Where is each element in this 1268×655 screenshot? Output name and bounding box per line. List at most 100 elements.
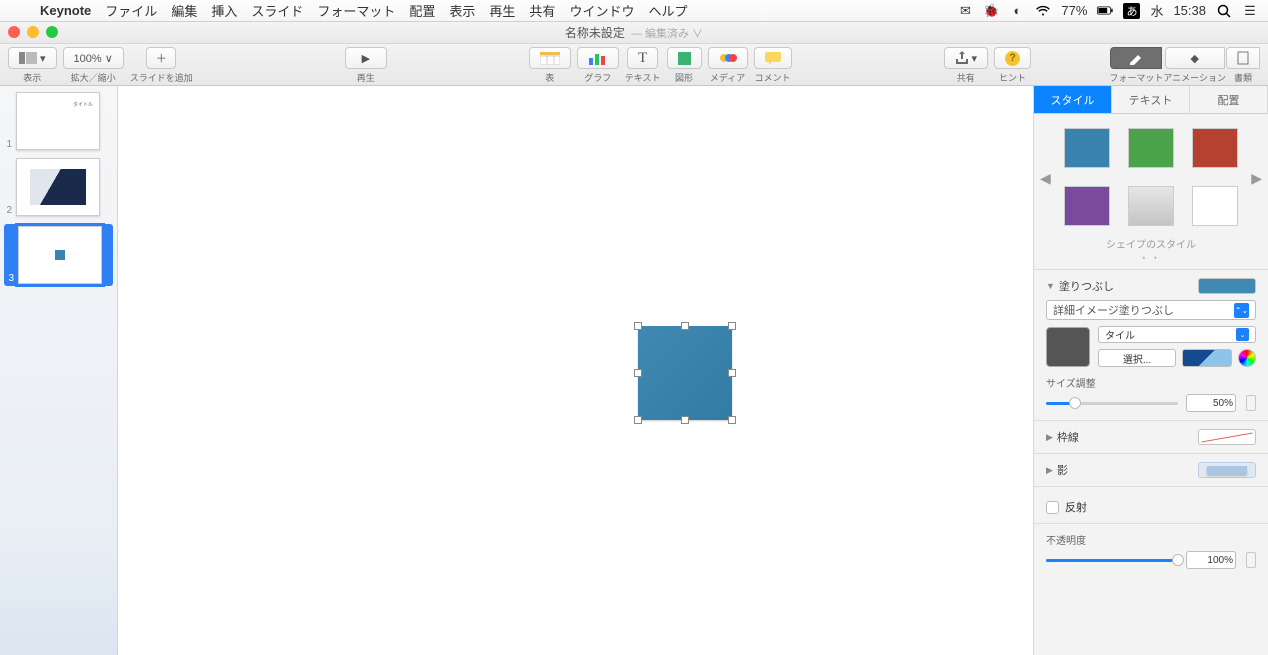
inspector-tab-arrange[interactable]: 配置 — [1190, 86, 1268, 113]
style-swatch-blue[interactable] — [1064, 128, 1110, 168]
window-titlebar: 名称未設定 — 編集済み ∨ — [0, 22, 1268, 44]
battery-icon[interactable] — [1097, 3, 1113, 19]
ladybug-icon[interactable]: 🐞 — [983, 3, 999, 19]
text-button[interactable]: T — [627, 47, 658, 69]
fill-size-value[interactable]: 50% — [1186, 394, 1236, 412]
fill-type-select[interactable]: 詳細イメージ塗りつぶし⌃⌄ — [1046, 300, 1256, 320]
shadow-section-title: 影 — [1057, 462, 1068, 478]
style-swatch-gray[interactable] — [1128, 186, 1174, 226]
border-preview[interactable] — [1198, 429, 1256, 445]
menu-window[interactable]: ウインドウ — [569, 1, 634, 20]
opacity-label: 不透明度 — [1046, 532, 1256, 547]
notification-center-icon[interactable]: ☰ — [1242, 3, 1258, 19]
view-button[interactable]: ▾ — [8, 47, 57, 69]
color-wheel-icon[interactable] — [1238, 349, 1256, 367]
play-button[interactable]: ▶ — [345, 47, 387, 69]
slide-thumbnail-3[interactable]: 3 — [4, 224, 113, 286]
resize-handle-e[interactable] — [728, 369, 736, 377]
slide-canvas[interactable] — [118, 86, 1033, 655]
table-button[interactable] — [529, 47, 571, 69]
window-title: 名称未設定 — [565, 24, 625, 41]
style-page-dots[interactable]: • • — [1034, 253, 1268, 269]
close-window-button[interactable] — [8, 26, 20, 38]
resize-handle-ne[interactable] — [728, 322, 736, 330]
fill-size-slider[interactable] — [1046, 396, 1178, 410]
menu-help[interactable]: ヘルプ — [648, 1, 687, 20]
menu-slide[interactable]: スライド — [251, 1, 303, 20]
fill-tint-swatch[interactable] — [1182, 349, 1232, 367]
wifi-icon[interactable] — [1035, 3, 1051, 19]
menu-arrange[interactable]: 配置 — [409, 1, 435, 20]
fill-size-stepper[interactable] — [1246, 395, 1256, 411]
slide-navigator[interactable]: 1 タイトル 2 3 — [0, 86, 118, 655]
app-name[interactable]: Keynote — [40, 3, 91, 18]
selected-shape[interactable] — [638, 326, 732, 420]
shape-styles-label: シェイプのスタイル — [1034, 234, 1268, 253]
sync-icon[interactable]: ◐ — [1009, 3, 1025, 19]
apple-icon[interactable] — [10, 3, 26, 19]
opacity-slider[interactable] — [1046, 553, 1178, 567]
edited-indicator[interactable]: — 編集済み ∨ — [631, 25, 703, 41]
menu-format[interactable]: フォーマット — [317, 1, 395, 20]
fill-scale-select[interactable]: タイル⌄ — [1098, 326, 1256, 343]
fill-preview[interactable] — [1198, 278, 1256, 294]
style-swatch-red[interactable] — [1192, 128, 1238, 168]
format-inspector-button[interactable] — [1110, 47, 1162, 69]
shadow-preview[interactable] — [1198, 462, 1256, 478]
disclosure-shadow[interactable]: ▶ — [1046, 465, 1053, 476]
disclosure-fill[interactable]: ▼ — [1046, 281, 1055, 291]
chart-button[interactable] — [577, 47, 619, 69]
menu-edit[interactable]: 編集 — [171, 1, 197, 20]
resize-handle-s[interactable] — [681, 416, 689, 424]
hint-button[interactable]: ? — [994, 47, 1031, 69]
add-slide-button[interactable]: ＋ — [146, 47, 176, 69]
battery-percent[interactable]: 77% — [1061, 3, 1087, 18]
menu-play[interactable]: 再生 — [489, 1, 515, 20]
reflection-label: 反射 — [1065, 499, 1087, 515]
style-next-arrow[interactable]: ▶ — [1251, 170, 1262, 187]
inspector-tab-text[interactable]: テキスト — [1112, 86, 1190, 113]
style-swatch-purple[interactable] — [1064, 186, 1110, 226]
mail-icon[interactable]: ✉ — [957, 3, 973, 19]
animation-inspector-button[interactable]: ◆ — [1165, 47, 1225, 69]
disclosure-border[interactable]: ▶ — [1046, 432, 1053, 443]
opacity-stepper[interactable] — [1246, 552, 1256, 568]
resize-handle-sw[interactable] — [634, 416, 642, 424]
slide-thumbnail-2[interactable]: 2 — [4, 158, 113, 216]
zoom-select[interactable]: 100% ∨ — [63, 47, 124, 69]
ime-indicator[interactable]: あ — [1123, 3, 1140, 19]
border-section-title: 枠線 — [1057, 429, 1079, 445]
clock-time[interactable]: 15:38 — [1173, 3, 1206, 18]
fullscreen-window-button[interactable] — [46, 26, 58, 38]
resize-handle-w[interactable] — [634, 369, 642, 377]
resize-handle-se[interactable] — [728, 416, 736, 424]
style-prev-arrow[interactable]: ◀ — [1040, 170, 1051, 187]
format-inspector: スタイル テキスト 配置 ◀ ▶ シェイプのスタイル • • ▼ 塗りつぶし — [1033, 86, 1268, 655]
style-swatch-green[interactable] — [1128, 128, 1174, 168]
menu-file[interactable]: ファイル — [105, 1, 157, 20]
clock-day[interactable]: 水 — [1150, 1, 1163, 20]
menu-view[interactable]: 表示 — [449, 1, 475, 20]
share-button[interactable]: ▾ — [944, 47, 989, 69]
macos-menubar: Keynote ファイル 編集 挿入 スライド フォーマット 配置 表示 再生 … — [0, 0, 1268, 22]
style-swatch-white[interactable] — [1192, 186, 1238, 226]
resize-handle-nw[interactable] — [634, 322, 642, 330]
comment-button[interactable] — [754, 47, 792, 69]
shape-button[interactable] — [667, 47, 702, 69]
fill-image-well[interactable] — [1046, 327, 1090, 367]
slide-thumbnail-1[interactable]: 1 タイトル — [4, 92, 113, 150]
fill-choose-button[interactable]: 選択... — [1098, 349, 1176, 367]
inspector-tab-style[interactable]: スタイル — [1034, 86, 1112, 113]
fill-size-label: サイズ調整 — [1046, 375, 1256, 390]
document-inspector-button[interactable] — [1226, 47, 1260, 69]
resize-handle-n[interactable] — [681, 322, 689, 330]
menu-insert[interactable]: 挿入 — [211, 1, 237, 20]
reflection-checkbox[interactable] — [1046, 501, 1059, 514]
minimize-window-button[interactable] — [27, 26, 39, 38]
toolbar: ▾表示 100% ∨拡大／縮小 ＋スライドを追加 ▶再生 表 グラフ Tテキスト… — [0, 44, 1268, 86]
media-button[interactable] — [708, 47, 748, 69]
menu-share[interactable]: 共有 — [529, 1, 555, 20]
spotlight-icon[interactable] — [1216, 3, 1232, 19]
fill-section-title: 塗りつぶし — [1059, 278, 1114, 294]
opacity-value[interactable]: 100% — [1186, 551, 1236, 569]
